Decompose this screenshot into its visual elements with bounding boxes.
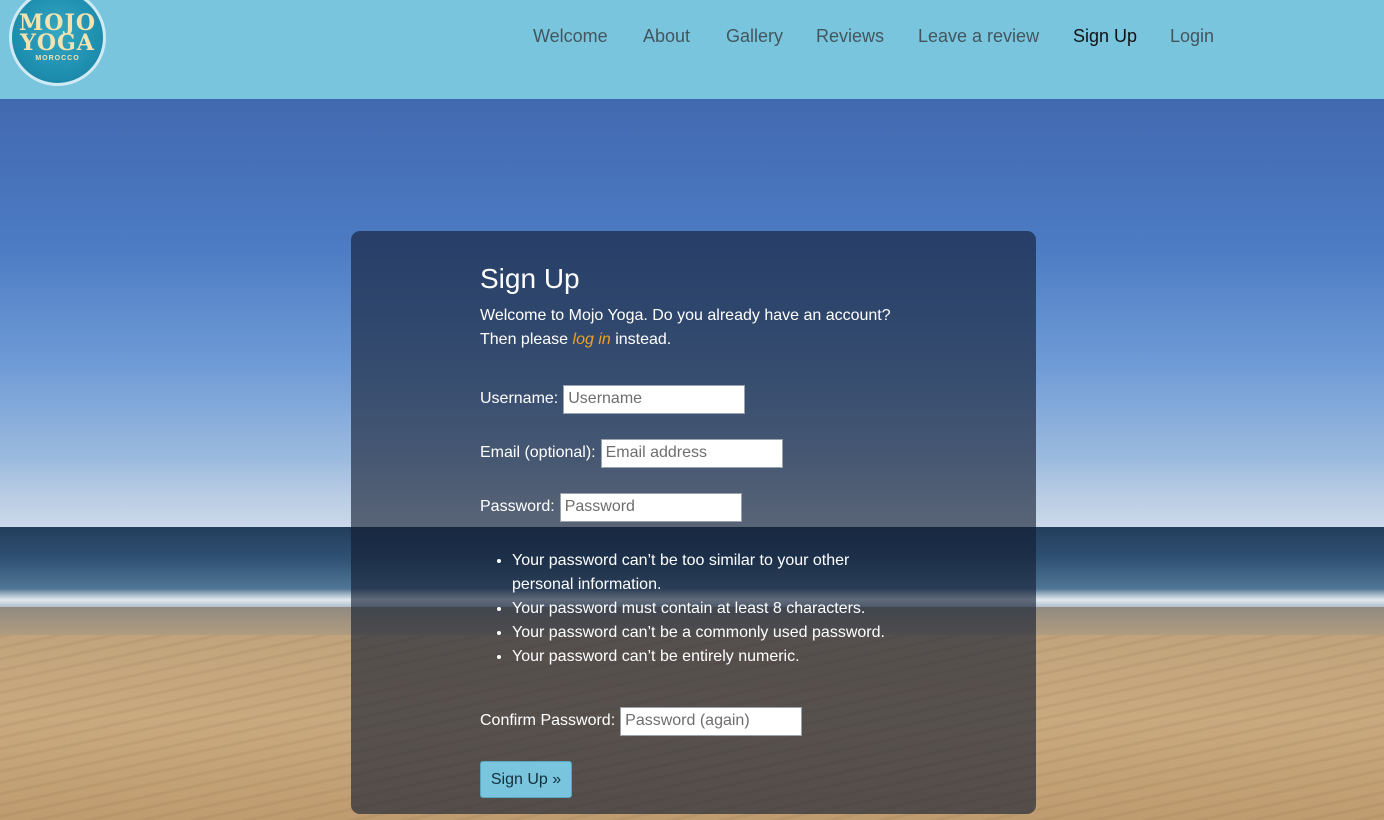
site-header: MOJO YOGA MOROCCO Welcome About Gallery …: [0, 0, 1384, 99]
login-link[interactable]: log in: [573, 331, 611, 348]
intro-text-after: instead.: [610, 331, 672, 348]
email-input[interactable]: [600, 438, 783, 468]
password-rule: Your password can’t be entirely numeric.: [512, 645, 912, 669]
logo-line-2: YOGA: [20, 30, 95, 56]
confirm-password-label: Confirm Password:: [480, 712, 616, 729]
signup-card: Sign Up Welcome to Mojo Yoga. Do you alr…: [351, 231, 1036, 814]
password-rule: Your password must contain at least 8 ch…: [512, 597, 912, 621]
password-row: Password:: [480, 492, 742, 522]
intro-text: Welcome to Mojo Yoga. Do you already hav…: [480, 304, 910, 352]
nav-about[interactable]: About: [643, 26, 690, 47]
email-row: Email (optional):: [480, 438, 783, 468]
username-row: Username:: [480, 384, 746, 414]
nav-login[interactable]: Login: [1170, 26, 1214, 47]
password-label: Password:: [480, 498, 555, 515]
confirm-password-input[interactable]: [620, 706, 803, 736]
nav-gallery[interactable]: Gallery: [726, 26, 783, 47]
nav-leave-a-review[interactable]: Leave a review: [918, 26, 1039, 47]
username-label: Username:: [480, 390, 559, 407]
confirm-password-row: Confirm Password:: [480, 706, 803, 736]
nav-welcome[interactable]: Welcome: [533, 26, 608, 47]
email-label: Email (optional):: [480, 444, 596, 461]
password-input[interactable]: [559, 492, 742, 522]
password-rules-list: Your password can’t be too similar to yo…: [512, 549, 912, 669]
sign-up-button[interactable]: Sign Up »: [480, 761, 572, 798]
username-input[interactable]: [563, 384, 746, 414]
password-rule: Your password can’t be a commonly used p…: [512, 621, 912, 645]
password-rule: Your password can’t be too similar to yo…: [512, 549, 912, 597]
logo-line-3: MOROCCO: [35, 55, 80, 62]
page-title: Sign Up: [480, 263, 580, 294]
intro-text-before: Welcome to Mojo Yoga. Do you already hav…: [480, 307, 891, 348]
mojo-yoga-logo[interactable]: MOJO YOGA MOROCCO: [9, 0, 106, 86]
nav-sign-up[interactable]: Sign Up: [1073, 26, 1137, 47]
nav-reviews[interactable]: Reviews: [816, 26, 884, 47]
